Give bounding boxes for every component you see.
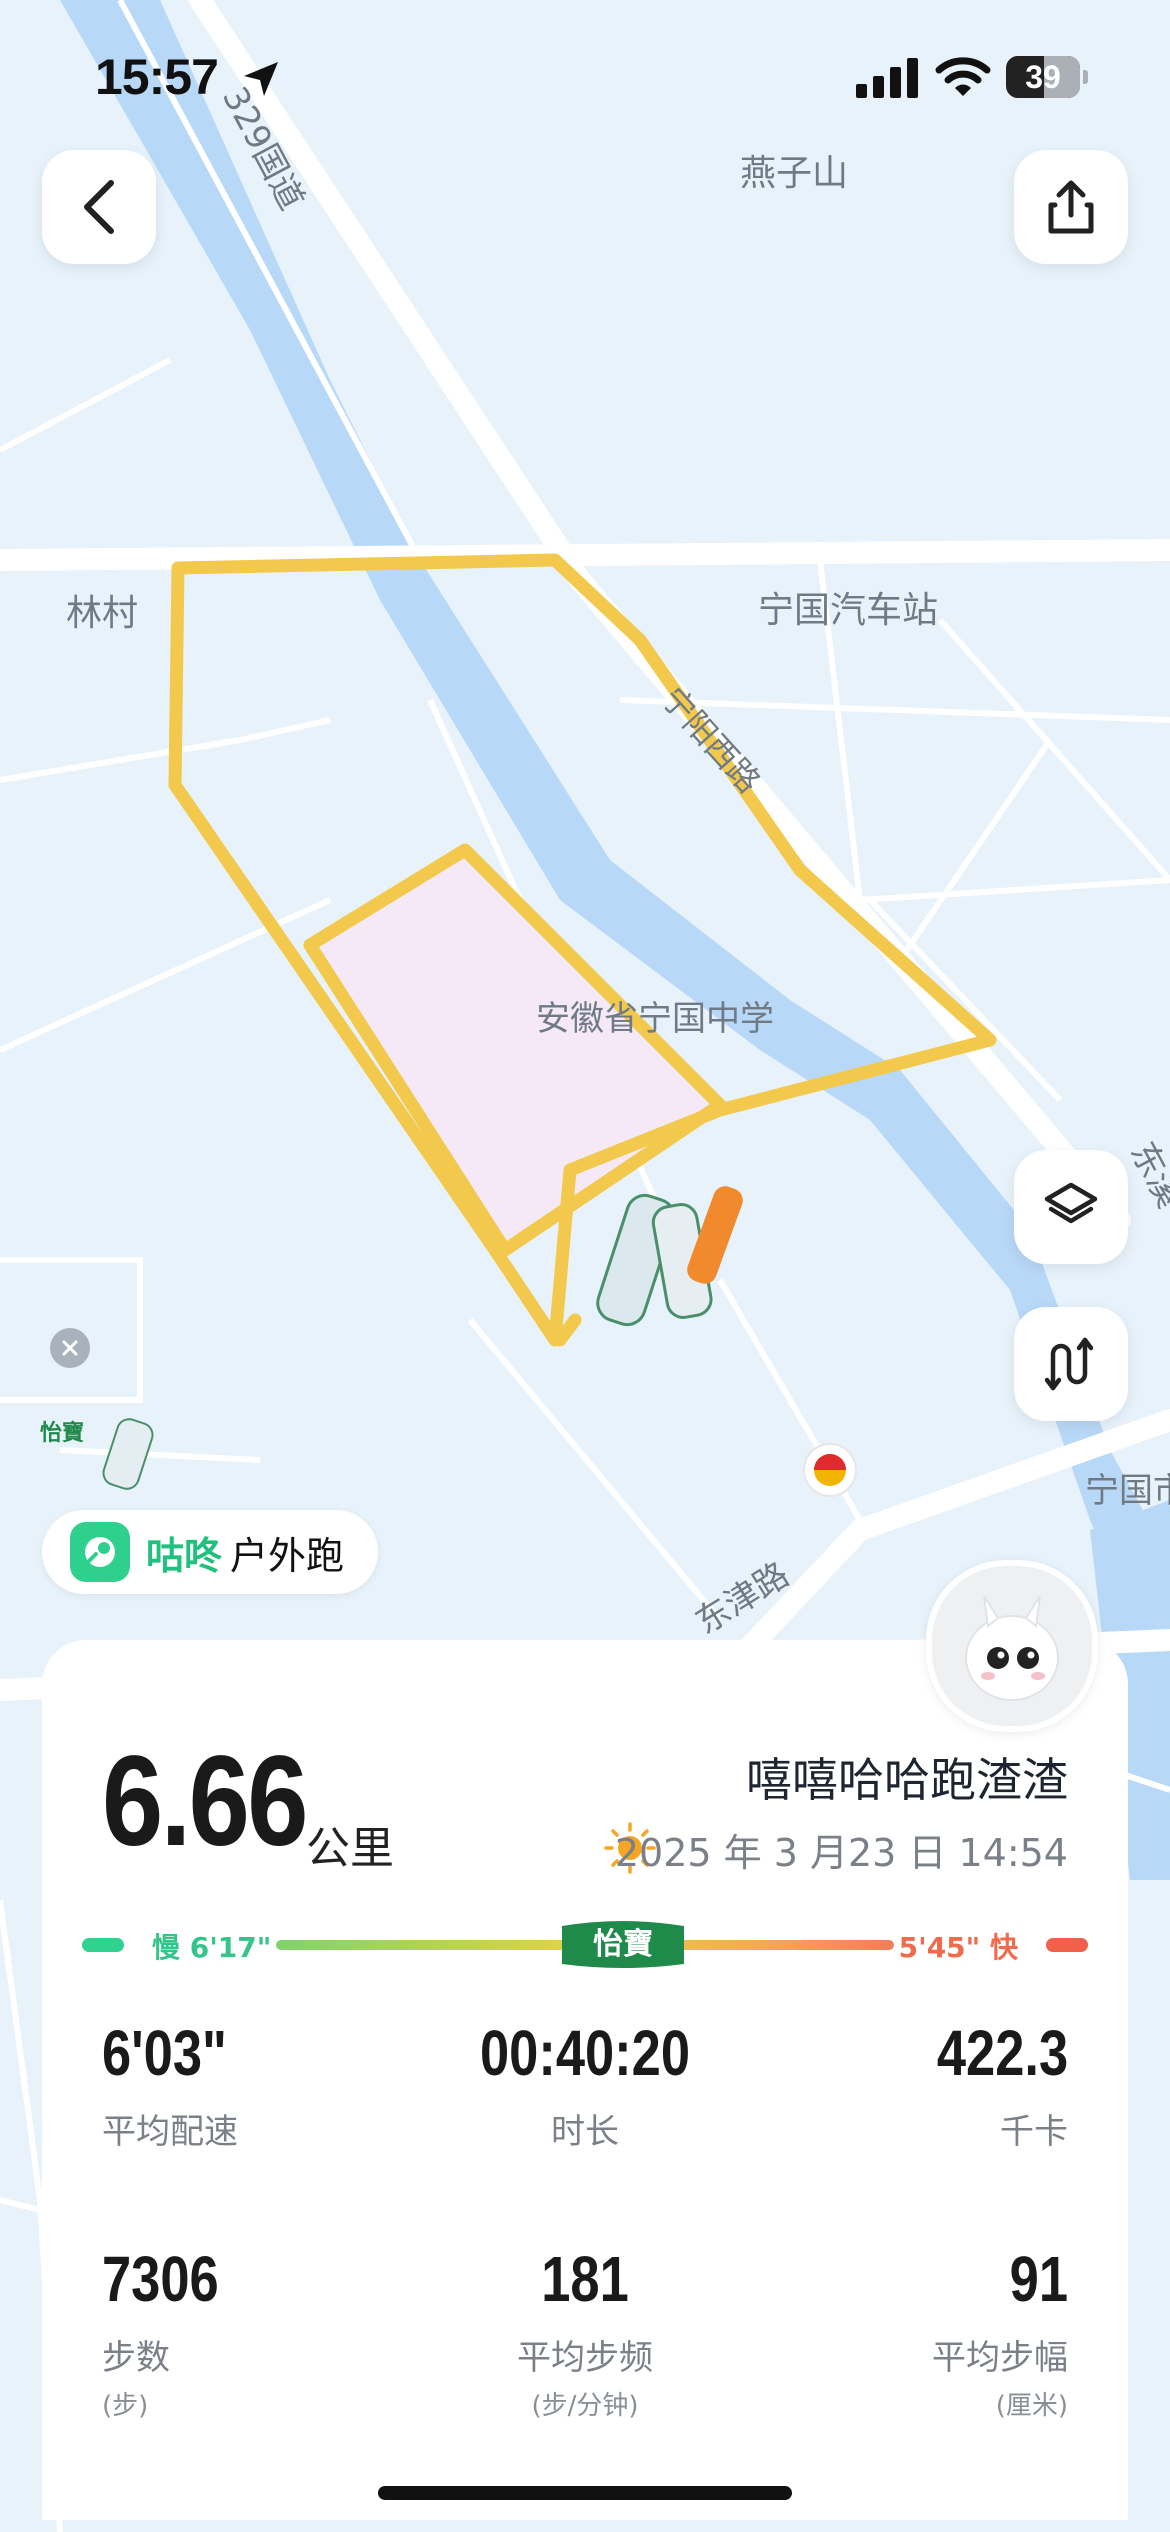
- map-label-yanzishan: 燕子山: [740, 153, 848, 194]
- stat-stride: 91 平均步幅 (厘米): [932, 2242, 1068, 2422]
- workout-summary-card: 6.66 公里 嘻嘻哈哈跑渣渣 2025 年 3 月23 日 14:54 慢 6…: [42, 1640, 1128, 2520]
- stat-label: 步数: [102, 2338, 170, 2378]
- stat-value: 00:40:20: [479, 2017, 691, 2089]
- sponsor-badge: 怡寶: [562, 1921, 684, 1968]
- app-name: 咕咚: [146, 1533, 223, 1578]
- status-time: 15:57: [95, 49, 219, 105]
- slowest-pace-label: 慢 6'17": [152, 1931, 272, 1964]
- stat-label: 时长: [551, 2112, 619, 2152]
- gas-station-marker[interactable]: [803, 1443, 857, 1497]
- fastest-pace-label: 5'45" 快: [898, 1931, 1018, 1964]
- route-replay-button[interactable]: [1014, 1307, 1128, 1421]
- stat-cadence: 181 平均步频 (步/分钟): [385, 2242, 785, 2422]
- map-label-bus-station: 宁国汽车站: [758, 590, 938, 631]
- fast-pace-dot: [1046, 1938, 1088, 1952]
- route-icon: [1044, 1337, 1094, 1391]
- distance-unit: 公里: [306, 1823, 394, 1874]
- stat-unit: (步): [102, 2391, 149, 2421]
- status-bar: 15:57 39: [0, 0, 1170, 150]
- svg-text:怡寶: 怡寶: [40, 1420, 84, 1446]
- slow-pace-dot: [82, 1938, 124, 1952]
- stat-label: 平均步幅: [932, 2338, 1068, 2378]
- home-indicator[interactable]: [378, 2486, 792, 2500]
- sponsor-badge-text: 怡寶: [593, 1927, 653, 1962]
- map-label-lincun: 林村: [66, 593, 138, 634]
- stat-steps: 7306 步数 (步): [102, 2242, 244, 2422]
- cellular-signal-icon: [856, 58, 918, 98]
- share-button[interactable]: [1014, 150, 1128, 264]
- app-logo-icon: [70, 1522, 130, 1582]
- layers-icon: [1044, 1182, 1098, 1224]
- stat-unit: (步/分钟): [531, 2391, 639, 2421]
- stat-value: 181: [541, 2243, 629, 2315]
- battery-icon: 39: [1006, 56, 1088, 98]
- stat-duration: 00:40:20 时长: [385, 2016, 785, 2153]
- distance-value: 6.66: [102, 1730, 309, 1873]
- stat-value: 91: [1009, 2243, 1068, 2315]
- workout-datetime: 2025 年 3 月23 日 14:54: [614, 1831, 1068, 1875]
- stat-value: 6'03": [102, 2017, 227, 2089]
- stat-label: 平均配速: [102, 2112, 238, 2152]
- close-ad-icon[interactable]: [50, 1328, 90, 1368]
- activity-mode: 户外跑: [230, 1533, 345, 1578]
- stat-value: 422.3: [936, 2017, 1068, 2089]
- stat-label: 千卡: [1000, 2112, 1068, 2152]
- wifi-icon: [935, 57, 991, 96]
- map-label-ningguo-city: 宁国市: [1085, 1471, 1170, 1511]
- stat-label: 平均步频: [517, 2338, 653, 2378]
- username: 嘻嘻哈哈跑渣渣: [746, 1753, 1068, 1807]
- battery-level: 39: [1025, 59, 1061, 95]
- location-arrow-icon: [244, 62, 278, 96]
- avatar[interactable]: [926, 1560, 1098, 1732]
- stat-value: 7306: [102, 2243, 219, 2315]
- share-icon: [1048, 180, 1094, 234]
- pace-range-bar: 慢 6'17" 怡寶 5'45" 快: [82, 1910, 1088, 1980]
- chevron-left-icon: [84, 180, 114, 234]
- app-brand-badge: 咕咚 户外跑: [42, 1510, 378, 1594]
- stat-avg-pace: 6'03" 平均配速: [102, 2016, 254, 2153]
- map-layers-button[interactable]: [1014, 1150, 1128, 1264]
- back-button[interactable]: [42, 150, 156, 264]
- stat-unit: (厘米): [995, 2391, 1068, 2421]
- map-label-school: 安徽省宁国中学: [536, 999, 774, 1039]
- stat-calories: 422.3 千卡: [908, 2016, 1068, 2153]
